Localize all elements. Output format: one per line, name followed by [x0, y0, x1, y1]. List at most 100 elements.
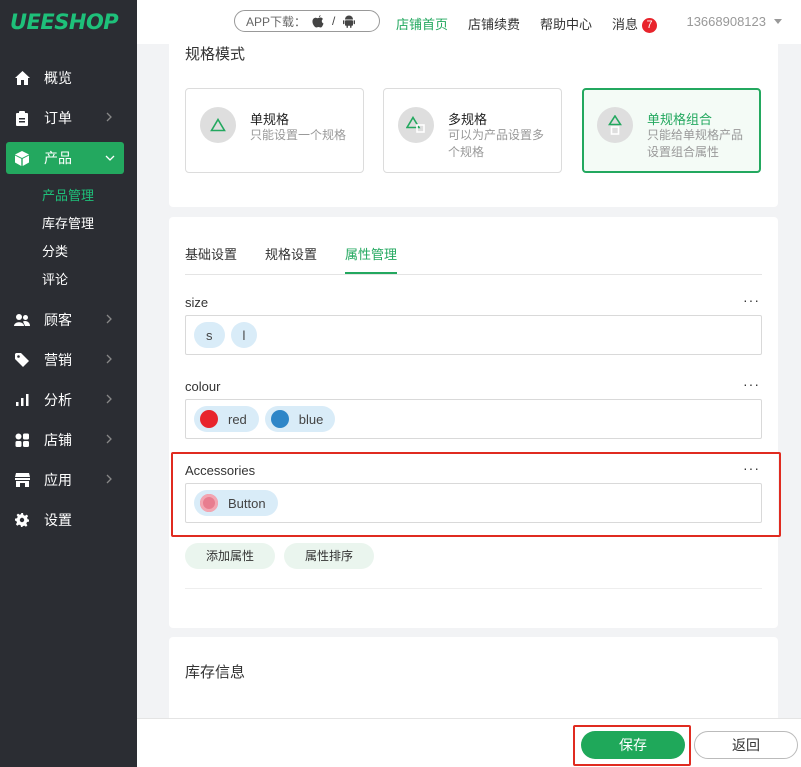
sidebar-nav: 概览 订单 产品 产品管理 库存管理 分类 评论 顾客 营销 分析 店铺 应用 …	[0, 58, 137, 540]
spec-option-multi[interactable]: 多规格 可以为产品设置多个规格	[383, 88, 562, 173]
tab-attribute-management[interactable]: 属性管理	[345, 244, 398, 274]
divider	[185, 588, 762, 589]
sidebar-item-analytics[interactable]: 分析	[0, 380, 137, 420]
attribute-value-chip[interactable]: blue	[264, 406, 336, 432]
attribute-colour: colour ··· red blue	[185, 376, 762, 439]
header-link-store-home[interactable]: 店铺首页	[396, 14, 448, 33]
chevron-right-icon	[106, 354, 112, 364]
products-subnav: 产品管理 库存管理 分类 评论	[0, 178, 137, 300]
footer-bar: 保存 返回	[137, 718, 801, 767]
spec-option-desc: 只能设置一个规格	[250, 128, 347, 142]
spec-option-title: 单规格组合	[647, 112, 713, 127]
tab-basic-settings[interactable]: 基础设置	[185, 244, 237, 263]
sidebar-item-label: 顾客	[44, 312, 72, 328]
sidebar-item-label: 设置	[44, 512, 72, 528]
messages-count-badge: 7	[642, 18, 658, 33]
subnav-item-category[interactable]: 分类	[42, 238, 137, 266]
caret-down-icon	[774, 19, 782, 24]
color-swatch	[270, 410, 289, 428]
chevron-right-icon	[106, 314, 112, 324]
users-icon	[14, 312, 30, 328]
grid-icon	[14, 432, 30, 448]
sidebar-item-overview[interactable]: 概览	[0, 58, 137, 98]
cube-icon	[14, 150, 30, 166]
sort-attributes-button[interactable]: 属性排序	[284, 543, 375, 569]
chip-label: blue	[298, 411, 324, 427]
sidebar-item-label: 营销	[44, 352, 72, 368]
header-link-renewal[interactable]: 店铺续费	[468, 14, 520, 33]
spec-option-single[interactable]: 单规格 只能设置一个规格	[185, 88, 364, 173]
chevron-right-icon	[106, 112, 112, 122]
user-phone: 13668908123	[686, 14, 766, 29]
sidebar-item-label: 分析	[44, 392, 72, 408]
chip-label: red	[228, 411, 247, 427]
spec-mode-title: 规格模式	[185, 46, 246, 63]
triangle-square-combo-icon	[597, 107, 633, 143]
app-download[interactable]: APP下载： /	[234, 10, 380, 32]
attribute-value-chip[interactable]: red	[194, 406, 259, 432]
spec-option-desc: 可以为产品设置多个规格	[448, 128, 545, 159]
sidebar-item-apps[interactable]: 应用	[0, 460, 137, 500]
settings-tabs: 基础设置 规格设置 属性管理	[185, 241, 762, 275]
chevron-down-icon	[105, 155, 115, 161]
sidebar: UEESHOP 概览 订单 产品 产品管理 库存管理 分类 评论 顾客 营销 分…	[0, 0, 137, 767]
chip-label: s	[206, 327, 213, 343]
gear-icon	[14, 512, 30, 528]
attribute-size: size ··· s l	[185, 292, 762, 355]
store-icon	[14, 472, 30, 488]
chip-label: l	[242, 327, 246, 343]
more-options-icon[interactable]: ···	[743, 292, 760, 308]
spec-option-desc: 只能给单规格产品设置组合属性	[647, 128, 744, 159]
sidebar-item-products[interactable]: 产品	[6, 142, 124, 174]
save-button[interactable]: 保存	[581, 731, 685, 759]
sidebar-item-settings[interactable]: 设置	[0, 500, 137, 540]
sidebar-item-orders[interactable]: 订单	[0, 98, 137, 138]
attribute-value-chip[interactable]: l	[230, 322, 258, 348]
back-button[interactable]: 返回	[694, 731, 798, 759]
sidebar-item-label: 订单	[44, 110, 72, 126]
sidebar-item-customers[interactable]: 顾客	[0, 300, 137, 340]
attributes-card: 基础设置 规格设置 属性管理 size ··· s l colour ··· r…	[169, 217, 778, 628]
highlight-frame	[171, 452, 781, 537]
sidebar-item-marketing[interactable]: 营销	[0, 340, 137, 380]
spec-option-title: 多规格	[448, 112, 488, 127]
chevron-right-icon	[106, 394, 112, 404]
header-messages[interactable]: 消息 7	[612, 14, 658, 33]
sidebar-item-label: 店铺	[44, 432, 72, 448]
more-options-icon[interactable]: ···	[743, 376, 760, 392]
home-icon	[14, 70, 30, 86]
bar-chart-icon	[14, 392, 30, 408]
android-icon[interactable]	[343, 15, 356, 28]
sidebar-item-store[interactable]: 店铺	[0, 420, 137, 460]
subnav-item-product-management[interactable]: 产品管理	[42, 182, 137, 210]
attribute-name: colour	[185, 379, 221, 394]
header-link-help-center[interactable]: 帮助中心	[540, 14, 592, 33]
triangle-icon	[200, 107, 236, 143]
app-separator: /	[332, 14, 336, 28]
spec-mode-card: 规格模式 单规格 只能设置一个规格 多规格 可以为产品设置多个规格 单规格组合 …	[169, 38, 778, 207]
user-menu[interactable]: 13668908123	[686, 14, 782, 29]
tab-spec-settings[interactable]: 规格设置	[265, 244, 317, 263]
subnav-item-reviews[interactable]: 评论	[42, 266, 137, 294]
chevron-right-icon	[106, 434, 112, 444]
sidebar-item-label: 产品	[44, 150, 72, 166]
chevron-right-icon	[106, 474, 112, 484]
spec-option-title: 单规格	[250, 112, 290, 127]
sidebar-item-label: 概览	[44, 70, 72, 86]
app-download-label: APP下载：	[246, 14, 307, 29]
attribute-value-chip[interactable]: s	[194, 322, 225, 348]
messages-label: 消息	[612, 17, 639, 32]
add-attribute-button[interactable]: 添加属性	[185, 543, 276, 569]
sidebar-item-label: 应用	[44, 472, 72, 488]
apple-icon[interactable]	[312, 14, 324, 28]
attribute-name: size	[185, 295, 209, 310]
attribute-values-box[interactable]: red blue	[185, 399, 762, 439]
spec-option-combo[interactable]: 单规格组合 只能给单规格产品设置组合属性	[582, 88, 761, 173]
subnav-item-inventory[interactable]: 库存管理	[42, 210, 137, 238]
attribute-values-box[interactable]: s l	[185, 315, 762, 355]
triangle-square-icon	[398, 107, 434, 143]
logo: UEESHOP	[10, 10, 119, 34]
clipboard-icon	[14, 110, 30, 126]
tag-icon	[14, 352, 30, 368]
stock-title: 库存信息	[185, 664, 246, 681]
